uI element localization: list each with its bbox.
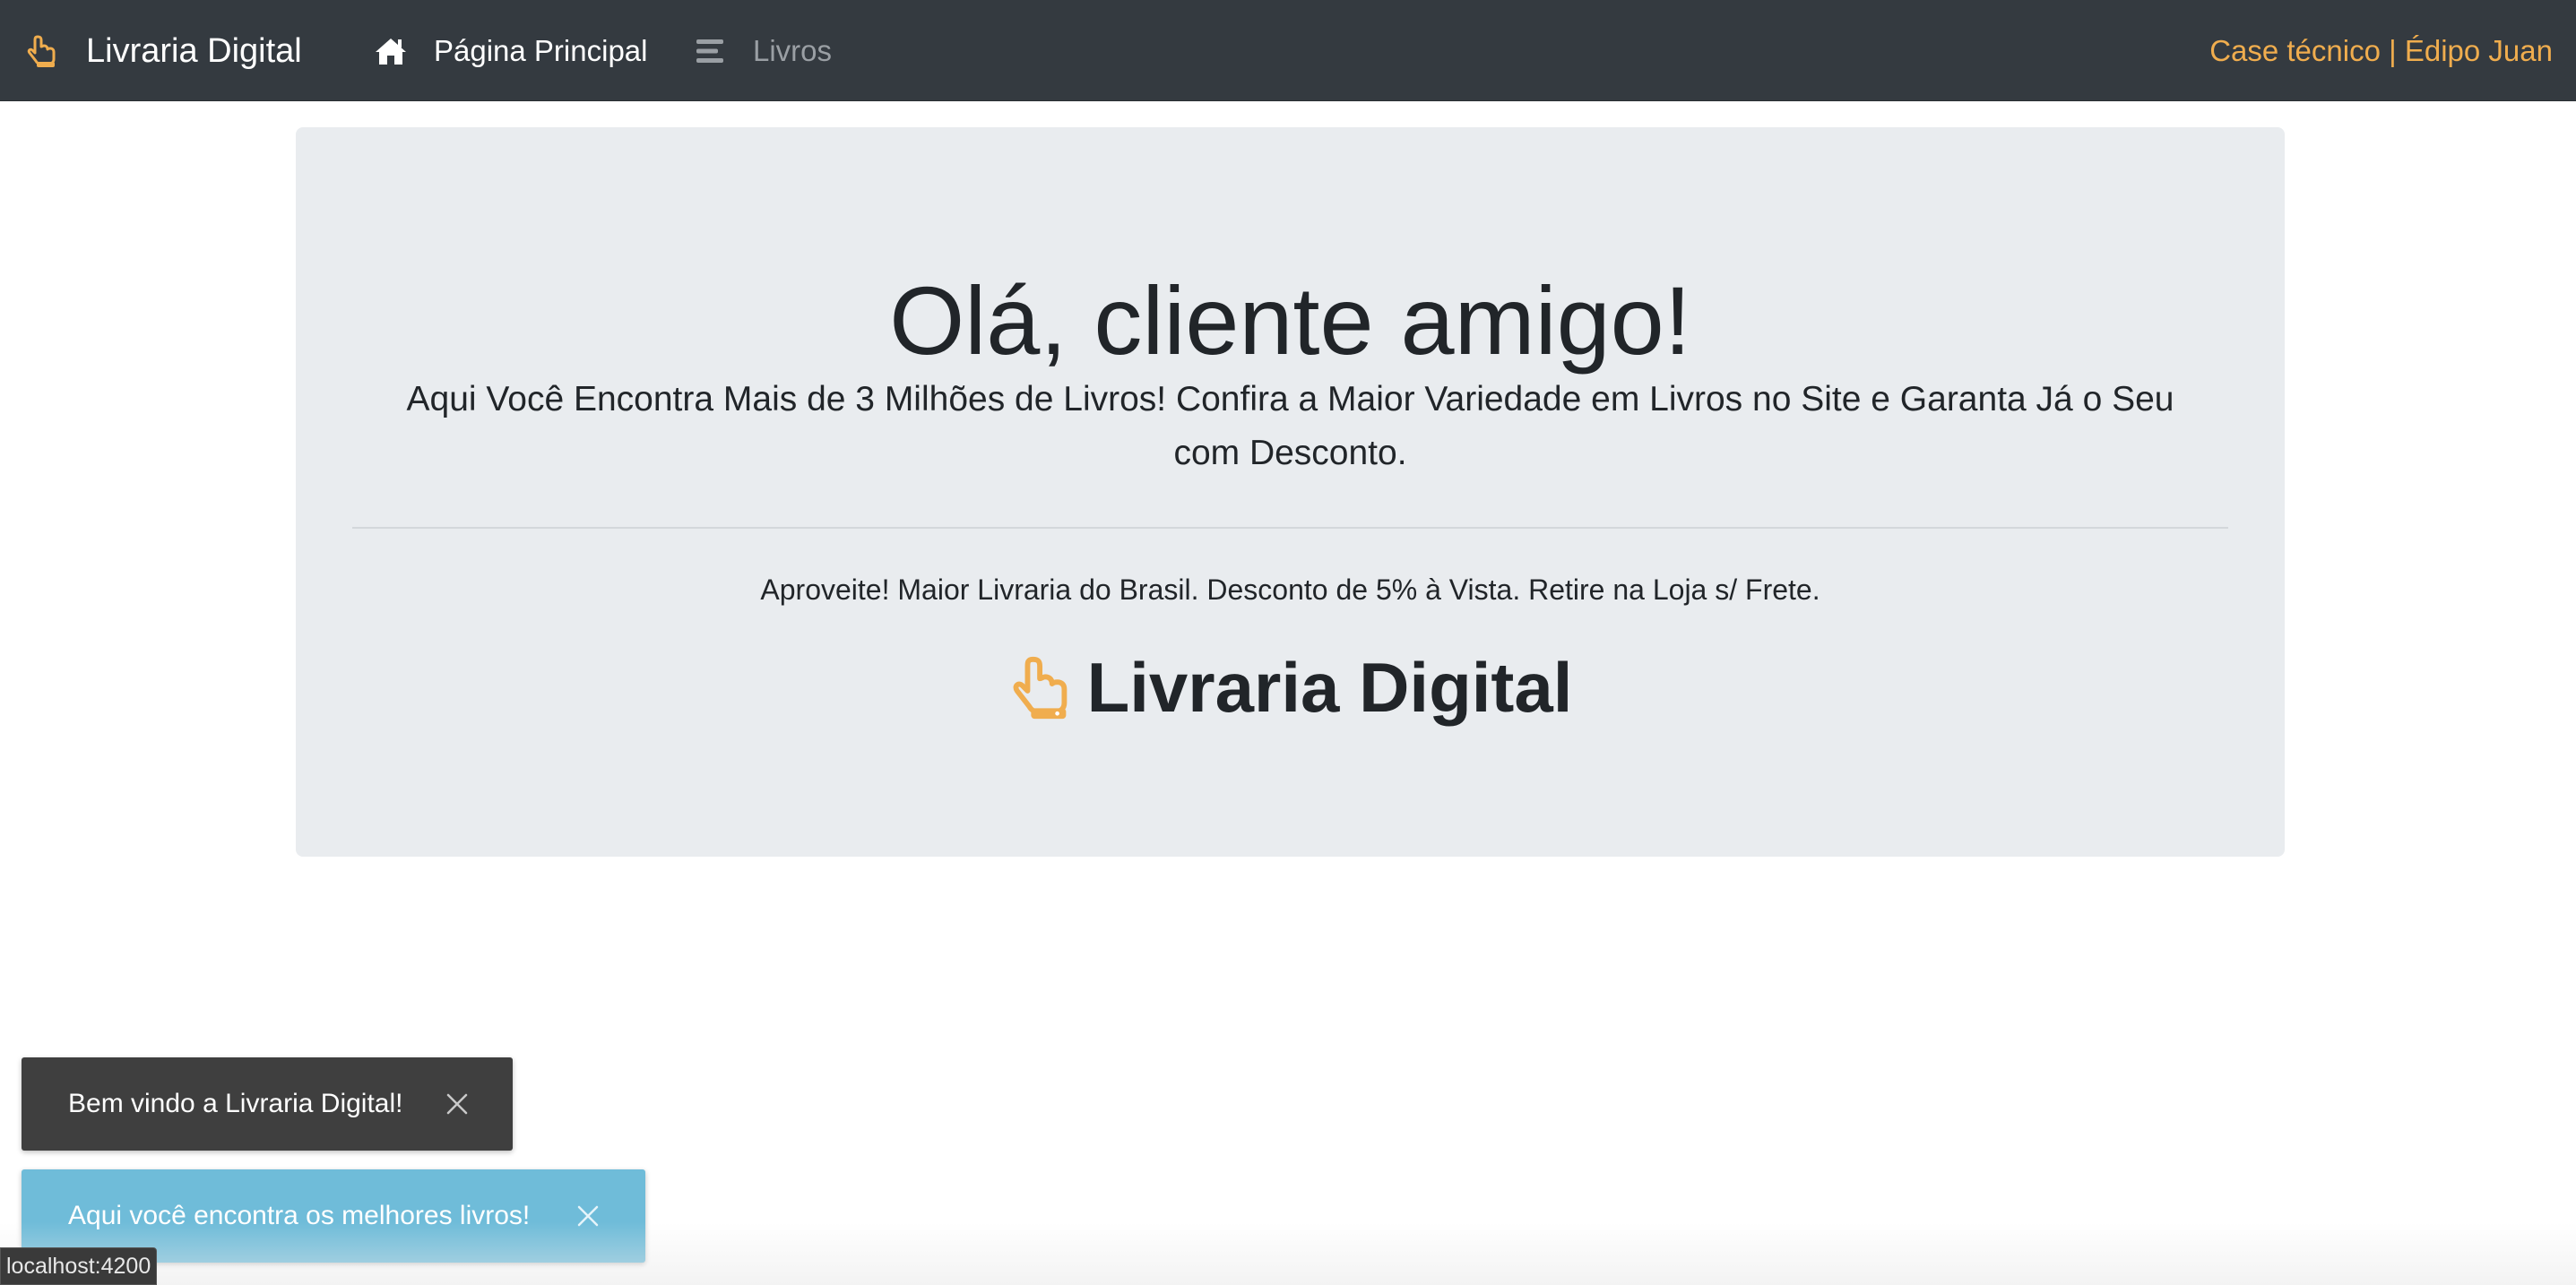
nav-books-label: Livros [753, 34, 833, 67]
hero-brand: Livraria Digital [296, 651, 2285, 723]
navbar-brand[interactable]: Livraria Digital [25, 0, 302, 101]
toast-welcome: Bem vindo a Livraria Digital! [22, 1057, 513, 1151]
hero-promo-note: Aproveite! Maior Livraria do Brasil. Des… [760, 574, 1820, 606]
nav-home-link[interactable]: Página Principal [373, 0, 647, 101]
close-icon[interactable] [439, 1057, 475, 1151]
close-icon[interactable] [570, 1169, 606, 1263]
author-link[interactable]: Case técnico | Édipo Juan [2209, 0, 2553, 101]
nav-books-link[interactable]: Livros [692, 0, 832, 101]
status-bar-url: localhost:4200 [0, 1247, 158, 1285]
hand-pointer-icon [25, 33, 61, 69]
hero-brand-text: Livraria Digital [1086, 648, 1573, 727]
navbar-brand-text: Livraria Digital [86, 31, 302, 70]
toast-message: Aqui você encontra os melhores livros! [68, 1201, 531, 1230]
list-icon [692, 33, 728, 69]
top-navbar: Livraria Digital Página Principal Livros… [0, 0, 2576, 101]
hand-pointer-icon [1008, 651, 1078, 723]
hero-title: Olá, cliente amigo! [889, 266, 1691, 375]
hero-lead: Aqui Você Encontra Mais de 3 Milhões de … [406, 380, 2174, 472]
nav-home-label: Página Principal [434, 34, 648, 67]
hero-divider [352, 527, 2228, 529]
home-icon [373, 33, 409, 69]
hero-jumbotron: Olá, cliente amigo! Aqui Você Encontra M… [296, 127, 2285, 857]
toast-message: Bem vindo a Livraria Digital! [68, 1089, 403, 1118]
